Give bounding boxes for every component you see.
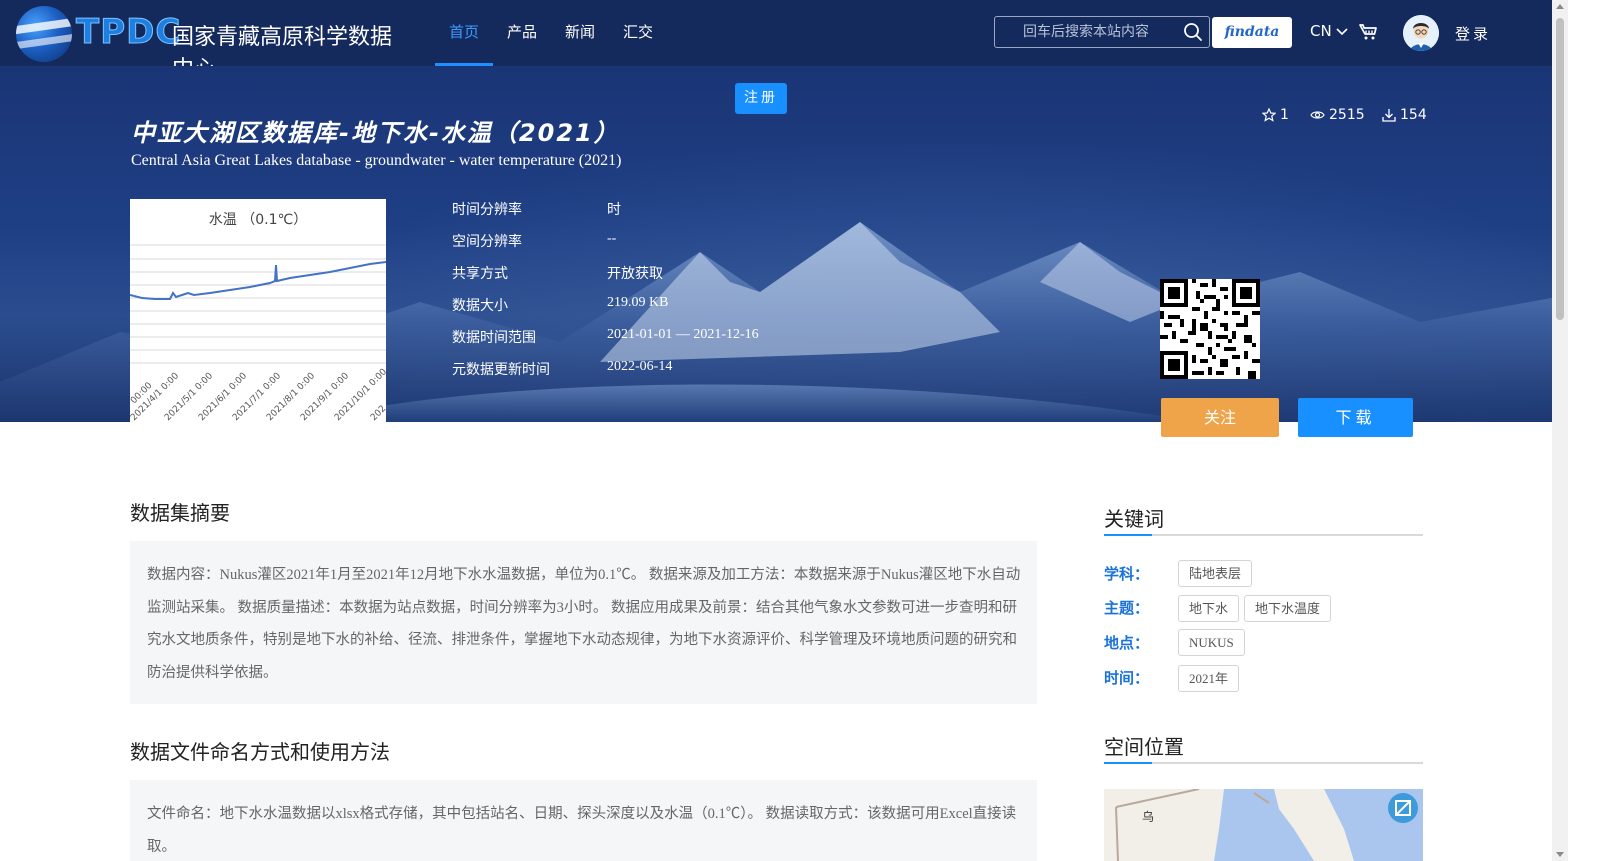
meta-value: 219.09 KB: [607, 295, 669, 310]
download-button[interactable]: 下载: [1298, 398, 1413, 437]
right-gutter: [1568, 0, 1600, 861]
meta-label: 空间分辨率: [452, 234, 522, 250]
keyword-tag[interactable]: 地下水温度: [1244, 595, 1332, 622]
star-count[interactable]: 1: [1262, 107, 1289, 123]
keyword-tag[interactable]: NUKUS: [1178, 629, 1245, 656]
star-icon: [1262, 108, 1276, 122]
star-count-value: 1: [1280, 107, 1289, 123]
meta-label: 元数据更新时间: [452, 362, 550, 378]
meta-value: 开放获取: [607, 267, 663, 282]
login-link[interactable]: 登录: [1455, 23, 1491, 44]
search-input[interactable]: [995, 17, 1175, 47]
map-place-label: 乌: [1142, 809, 1154, 824]
map-tiles-image: 乌: [1104, 789, 1423, 861]
nav-news[interactable]: 新闻: [551, 0, 609, 66]
meta-label: 数据时间范围: [452, 330, 536, 346]
register-button[interactable]: 注册: [735, 83, 787, 114]
avatar-user-icon: [1403, 15, 1439, 51]
nav-home[interactable]: 首页: [435, 0, 494, 66]
spatial-location-map[interactable]: 乌: [1104, 789, 1423, 861]
naming-section-title: 数据文件命名方式和使用方法: [130, 740, 390, 764]
keywords-title: 关键词: [1104, 507, 1164, 531]
search-box: [994, 16, 1210, 48]
abstract-text: 数据内容：Nukus灌区2021年1月至2021年12月地下水水温数据，单位为0…: [130, 541, 1037, 704]
dataset-title-cn: 中亚大湖区数据库-地下水-水温（2021）: [131, 119, 620, 147]
download-icon: [1382, 109, 1396, 122]
abstract-section-title: 数据集摘要: [130, 501, 230, 525]
chevron-down-icon: [1336, 27, 1349, 35]
keyword-label-location: 地点：: [1104, 634, 1150, 652]
language-label: CN: [1310, 22, 1332, 40]
nav-submit[interactable]: 汇交: [609, 0, 667, 66]
download-count: 154: [1382, 107, 1427, 123]
language-selector[interactable]: CN: [1310, 22, 1349, 40]
scrollbar-thumb[interactable]: [1556, 18, 1564, 320]
naming-text: 文件命名：地下水水温数据以xlsx格式存储，其中包括站名、日期、探头深度以及水温…: [130, 780, 1037, 861]
location-title: 空间位置: [1104, 735, 1184, 759]
location-divider: [1104, 762, 1423, 764]
findata-button[interactable]: findata: [1212, 17, 1292, 48]
search-icon[interactable]: [1183, 22, 1203, 42]
keyword-tag[interactable]: 陆地表层: [1178, 560, 1253, 587]
thumbnail-chart-image: 00:00 2021/4/1 0:00 2021/5/1 0:00 2021/6…: [130, 244, 386, 422]
meta-label: 共享方式: [452, 266, 508, 282]
download-count-value: 154: [1400, 107, 1427, 123]
main-nav: 首页 产品 新闻 汇交: [435, 0, 667, 66]
qr-code: [1160, 279, 1260, 379]
meta-value: 2021-01-01 — 2021-12-16: [607, 327, 759, 342]
user-avatar[interactable]: [1403, 15, 1439, 51]
keyword-tag[interactable]: 2021年: [1178, 665, 1240, 692]
view-count-value: 2515: [1329, 107, 1365, 123]
meta-value: --: [607, 231, 617, 246]
dataset-title-en: Central Asia Great Lakes database - grou…: [131, 152, 622, 169]
page-scrollbar[interactable]: [1552, 0, 1568, 861]
thumbnail-date-label: 202: [369, 404, 386, 422]
dataset-thumbnail: 水温 （0.1℃） 00:00 2021/4/1 0:00 2021/5/1 0…: [130, 199, 386, 422]
scroll-up-arrow-icon[interactable]: [1556, 4, 1564, 9]
nav-products[interactable]: 产品: [493, 0, 551, 66]
scroll-down-arrow-icon[interactable]: [1556, 852, 1564, 857]
map-fullscreen-icon[interactable]: [1388, 793, 1418, 823]
keywords-divider: [1104, 534, 1423, 536]
logo-tpdc-text: TPDC: [75, 12, 182, 53]
top-navigation-bar: TPDC 国家青藏高原科学数据中心 首页 产品 新闻 汇交 findata CN: [0, 0, 1584, 82]
keyword-label-time: 时间：: [1104, 669, 1150, 687]
shopping-cart-icon[interactable]: [1358, 22, 1378, 42]
globe-logo-icon: [16, 6, 72, 62]
meta-value: 时: [607, 203, 621, 218]
eye-icon: [1310, 111, 1325, 119]
view-count: 2515: [1310, 107, 1365, 123]
follow-button[interactable]: 关注: [1161, 398, 1279, 437]
meta-label: 时间分辨率: [452, 202, 522, 218]
keyword-tag[interactable]: 地下水: [1178, 595, 1240, 622]
site-logo[interactable]: TPDC 国家青藏高原科学数据中心: [14, 2, 394, 82]
qr-code-image: [1160, 279, 1260, 379]
meta-label: 数据大小: [452, 298, 508, 314]
meta-value: 2022-06-14: [607, 359, 673, 374]
keyword-label-theme: 主题：: [1104, 599, 1150, 617]
keyword-label-discipline: 学科：: [1104, 565, 1150, 583]
